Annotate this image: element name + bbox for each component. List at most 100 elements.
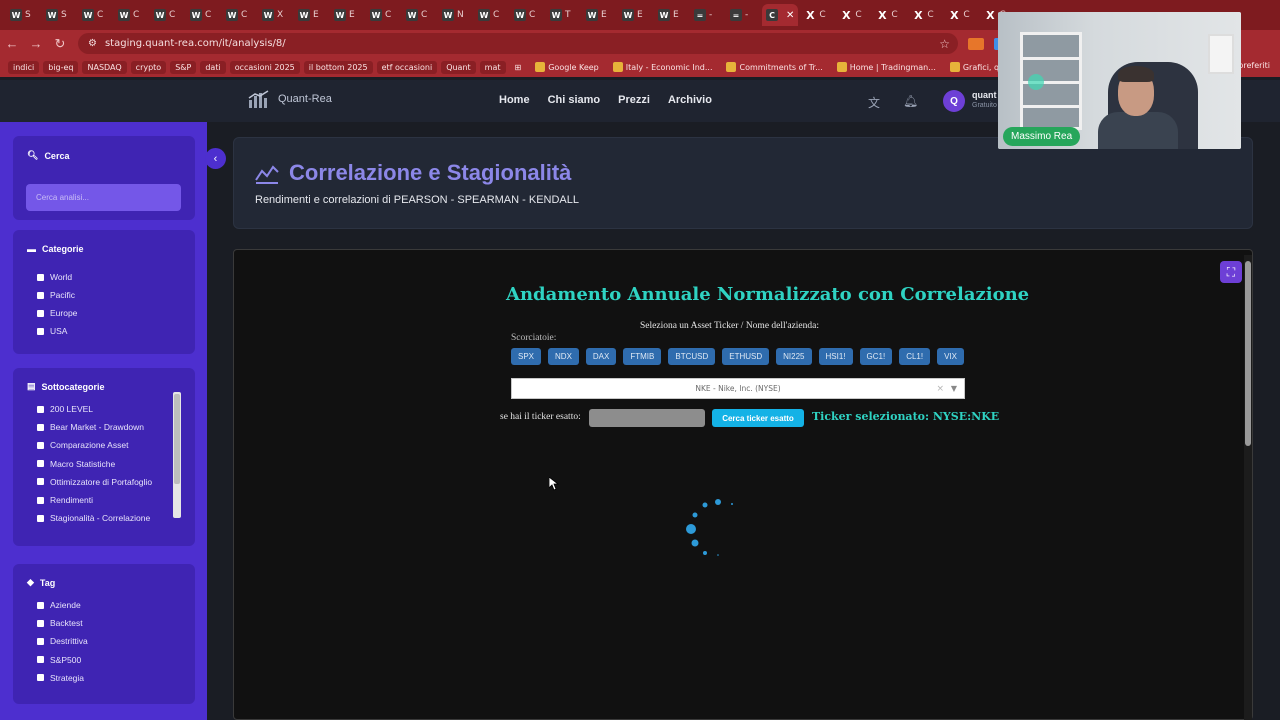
exact-ticker-input[interactable] <box>589 409 705 427</box>
shortcut-button[interactable]: SPX <box>511 348 542 365</box>
shortcut-button[interactable]: FTMIB <box>623 348 662 365</box>
nav-prezzi[interactable]: Prezzi <box>618 94 650 106</box>
subcategory-item[interactable]: Stagionalità - Correlazione <box>37 513 150 523</box>
browser-tab[interactable]: WE <box>330 4 364 26</box>
category-item[interactable]: Europe <box>37 308 77 318</box>
shortcut-button[interactable]: BTCUSD <box>668 348 716 365</box>
tag-item[interactable]: Strategia <box>37 673 84 683</box>
browser-tab[interactable]: XC <box>872 4 906 26</box>
bookmark-folder[interactable]: etf occasioni <box>376 60 438 74</box>
browser-tab[interactable]: = - <box>726 4 760 26</box>
browser-tab[interactable]: XC <box>944 4 978 26</box>
browser-tab[interactable]: WC <box>150 4 184 26</box>
url-field[interactable]: ⚙ staging.quant-rea.com/it/analysis/8/ ☆ <box>78 33 958 54</box>
browser-tab[interactable]: WC <box>402 4 436 26</box>
sidebar-collapse-button[interactable]: ‹ <box>205 148 226 169</box>
bookmark-folder[interactable]: occasioni 2025 <box>229 60 300 74</box>
checkbox[interactable] <box>37 460 44 468</box>
browser-tab[interactable]: XC <box>800 4 834 26</box>
fullscreen-button[interactable]: ⛶ <box>1220 261 1242 283</box>
browser-tab[interactable]: WC <box>510 4 544 26</box>
shortcut-button[interactable]: NDX <box>548 348 579 365</box>
checkbox[interactable] <box>37 405 44 413</box>
checkbox[interactable] <box>37 601 44 609</box>
browser-tab[interactable]: WS <box>6 4 40 26</box>
browser-tab[interactable]: WC <box>474 4 508 26</box>
bookmark-folder[interactable]: crypto <box>130 60 167 74</box>
browser-tab[interactable]: XC <box>908 4 942 26</box>
clear-icon[interactable]: × <box>936 384 944 394</box>
bookmark-folder[interactable]: mat <box>479 60 506 74</box>
browser-tab[interactable]: WE <box>294 4 328 26</box>
subcategory-item[interactable]: Comparazione Asset <box>37 440 128 450</box>
search-ticker-button[interactable]: Cerca ticker esatto <box>712 409 804 427</box>
avatar[interactable]: Q <box>943 90 965 112</box>
bookmark-folder[interactable]: Quant <box>441 60 476 74</box>
subcategory-item[interactable]: 200 LEVEL <box>37 404 93 414</box>
site-logo[interactable]: Quant-Rea <box>248 90 332 108</box>
back-icon[interactable]: ← <box>0 36 24 51</box>
browser-tab[interactable]: WT <box>546 4 580 26</box>
shortcut-button[interactable]: ETHUSD <box>722 348 770 365</box>
close-tab-icon[interactable]: ✕ <box>786 10 794 21</box>
browser-tab[interactable]: C ✕ <box>762 4 799 26</box>
extension-icon[interactable] <box>968 37 984 50</box>
bookmark-folder[interactable]: big-eq <box>43 60 79 74</box>
user-name[interactable]: quant <box>972 90 997 100</box>
tag-item[interactable]: Backtest <box>37 618 83 628</box>
checkbox[interactable] <box>37 478 44 486</box>
browser-tab[interactable]: XC <box>836 4 870 26</box>
tag-item[interactable]: S&P500 <box>37 655 81 665</box>
subcategory-item[interactable]: Bear Market - Drawdown <box>37 422 144 432</box>
bookmark-link[interactable]: Google Keep <box>530 60 604 74</box>
bookmark-folder[interactable]: S&P <box>170 60 197 74</box>
bookmark-folder[interactable]: NASDAQ <box>82 60 127 74</box>
bookmark-link[interactable]: Commitments of Tr... <box>721 60 827 74</box>
shortcut-button[interactable]: CL1! <box>899 348 931 365</box>
bookmark-folder[interactable]: dati <box>200 60 226 74</box>
shortcut-button[interactable]: VIX <box>937 348 964 365</box>
bookmark-folder[interactable]: il bottom 2025 <box>303 60 373 74</box>
checkbox[interactable] <box>37 496 44 504</box>
browser-tab[interactable]: WE <box>582 4 616 26</box>
checkbox[interactable] <box>37 273 44 281</box>
bell-icon[interactable]: 🔔︎ <box>903 94 918 108</box>
apps-grid-icon[interactable]: ⊞ <box>510 61 527 74</box>
checkbox[interactable] <box>37 327 44 335</box>
checkbox[interactable] <box>37 514 44 522</box>
checkbox[interactable] <box>37 656 44 664</box>
category-item[interactable]: Pacific <box>37 290 75 300</box>
shortcut-button[interactable]: DAX <box>585 348 617 365</box>
browser-tab[interactable]: WC <box>114 4 148 26</box>
tag-item[interactable]: Destrittiva <box>37 636 88 646</box>
checkbox[interactable] <box>37 619 44 627</box>
nav-home[interactable]: Home <box>499 94 530 106</box>
browser-tab[interactable]: WC <box>186 4 220 26</box>
browser-tab[interactable]: WC <box>222 4 256 26</box>
checkbox[interactable] <box>37 309 44 317</box>
subcategory-item[interactable]: Rendimenti <box>37 495 93 505</box>
shortcut-button[interactable]: GC1! <box>859 348 893 365</box>
asset-select-dropdown[interactable]: NKE - Nike, Inc. (NYSE) × ▼ <box>511 378 965 399</box>
checkbox[interactable] <box>37 637 44 645</box>
browser-tab[interactable]: WN <box>438 4 472 26</box>
nav-chi-siamo[interactable]: Chi siamo <box>548 94 601 106</box>
checkbox[interactable] <box>37 441 44 449</box>
category-item[interactable]: World <box>37 272 72 282</box>
shortcut-button[interactable]: NI225 <box>776 348 812 365</box>
page-scrollbar[interactable] <box>1244 255 1252 720</box>
subcategories-scrollbar[interactable] <box>173 392 181 518</box>
checkbox[interactable] <box>37 291 44 299</box>
nav-archivio[interactable]: Archivio <box>668 94 712 106</box>
browser-tab[interactable]: WC <box>78 4 112 26</box>
browser-tab[interactable]: WS <box>42 4 76 26</box>
bookmark-link[interactable]: Home | Tradingman... <box>832 60 941 74</box>
bookmark-link[interactable]: Italy - Economic Ind... <box>608 60 718 74</box>
site-info-icon[interactable]: ⚙ <box>88 38 97 49</box>
browser-tab[interactable]: WX <box>258 4 292 26</box>
category-item[interactable]: USA <box>37 326 67 336</box>
shortcut-button[interactable]: HSI1! <box>818 348 853 365</box>
chevron-down-icon[interactable]: ▼ <box>951 384 957 393</box>
checkbox[interactable] <box>37 423 44 431</box>
browser-tab[interactable]: WE <box>654 4 688 26</box>
